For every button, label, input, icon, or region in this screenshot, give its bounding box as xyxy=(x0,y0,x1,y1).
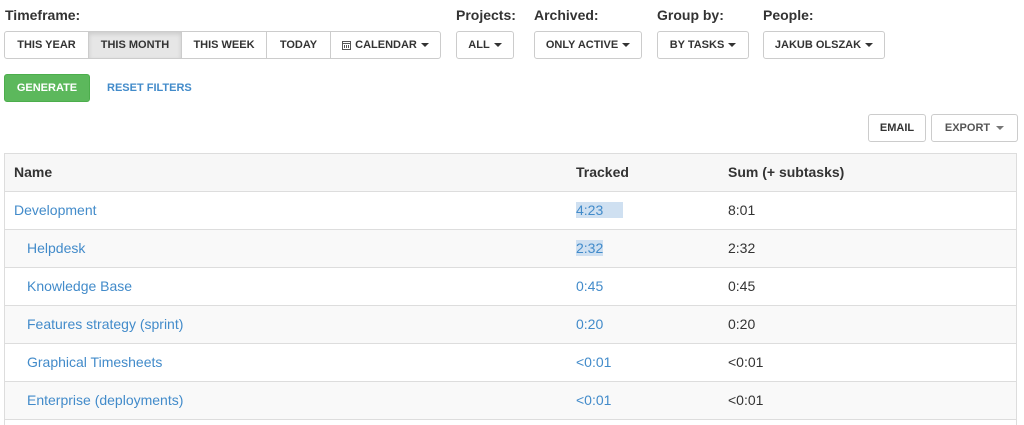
table-row: Knowledge Base 0:45 0:45 xyxy=(5,268,1016,306)
table-row: Helpdesk 2:32 2:32 xyxy=(5,230,1016,268)
projects-value: ALL xyxy=(468,39,490,51)
group-by-dropdown[interactable]: BY TASKS xyxy=(657,31,749,59)
archived-value: ONLY ACTIVE xyxy=(545,39,619,51)
group-by-value: BY TASKS xyxy=(669,39,725,51)
caret-down-icon xyxy=(493,43,502,47)
row-tracked-link[interactable]: 2:32 xyxy=(576,230,604,267)
table-row: Features strategy (sprint) 0:20 0:20 xyxy=(5,306,1016,344)
caret-down-icon xyxy=(622,43,631,47)
row-sum: 0:20 xyxy=(728,316,756,332)
export-dropdown[interactable]: EXPORT xyxy=(931,114,1018,142)
calendar-button[interactable]: CALENDAR xyxy=(330,31,441,59)
generate-button[interactable]: GENERATE xyxy=(4,74,90,102)
email-button[interactable]: EMAIL xyxy=(868,114,926,142)
row-name-link[interactable]: Helpdesk xyxy=(27,230,85,267)
row-name-link[interactable]: Enterprise (deployments) xyxy=(27,382,183,419)
people-value: JAKUB OLSZAK xyxy=(774,39,862,51)
today-button[interactable]: TODAY xyxy=(266,31,331,59)
projects-label: Projects: xyxy=(456,7,516,23)
archived-dropdown[interactable]: ONLY ACTIVE xyxy=(534,31,642,59)
row-name-link[interactable]: Graphical Timesheets xyxy=(27,344,162,381)
row-sum: 8:01 xyxy=(728,202,756,218)
table-row: Development 4:23 8:01 xyxy=(5,192,1016,230)
row-tracked-link[interactable]: <0:01 xyxy=(576,344,611,381)
column-header-tracked: Tracked xyxy=(576,164,629,180)
table-header: Name Tracked Sum (+ subtasks) xyxy=(5,154,1016,192)
caret-down-icon xyxy=(996,126,1005,130)
caret-down-icon xyxy=(728,43,737,47)
reset-filters-link[interactable]: RESET FILTERS xyxy=(107,82,192,94)
row-tracked-link[interactable]: 0:45 xyxy=(576,268,603,305)
calendar-label: CALENDAR xyxy=(355,39,417,51)
row-sum: 0:45 xyxy=(728,278,756,294)
row-tracked-link[interactable]: <0:01 xyxy=(576,382,611,419)
row-sum: 2:32 xyxy=(728,240,756,256)
row-tracked-link[interactable]: 0:20 xyxy=(576,306,603,343)
people-label: People: xyxy=(763,7,814,23)
column-header-name: Name xyxy=(14,164,53,180)
archived-label: Archived: xyxy=(534,7,599,23)
caret-down-icon xyxy=(865,43,874,47)
caret-down-icon xyxy=(420,43,429,47)
calendar-icon xyxy=(342,40,352,50)
projects-dropdown[interactable]: ALL xyxy=(456,31,514,59)
row-tracked-link[interactable]: 4:23 xyxy=(576,192,624,229)
timeframe-label: Timeframe: xyxy=(5,7,81,23)
row-name-link[interactable]: Development xyxy=(14,192,97,229)
this-year-button[interactable]: THIS YEAR xyxy=(4,31,89,59)
this-week-button[interactable]: THIS WEEK xyxy=(181,31,267,59)
row-name-link[interactable]: Features strategy (sprint) xyxy=(27,306,183,343)
people-dropdown[interactable]: JAKUB OLSZAK xyxy=(763,31,885,59)
row-name-link[interactable]: Knowledge Base xyxy=(27,268,132,305)
table-row: Graphical Timesheets <0:01 <0:01 xyxy=(5,344,1016,382)
column-header-sum: Sum (+ subtasks) xyxy=(728,164,845,180)
row-sum: <0:01 xyxy=(728,354,764,370)
report-table: Name Tracked Sum (+ subtasks) Developmen… xyxy=(4,153,1017,425)
this-month-button[interactable]: THIS MONTH xyxy=(88,31,182,59)
tracked-text: 4:23 xyxy=(576,202,624,218)
group-by-label: Group by: xyxy=(657,7,724,23)
tracked-text: 2:32 xyxy=(576,240,604,256)
export-label: EXPORT xyxy=(944,122,991,134)
table-row: Enterprise (deployments) <0:01 <0:01 xyxy=(5,382,1016,420)
row-sum: <0:01 xyxy=(728,392,764,408)
